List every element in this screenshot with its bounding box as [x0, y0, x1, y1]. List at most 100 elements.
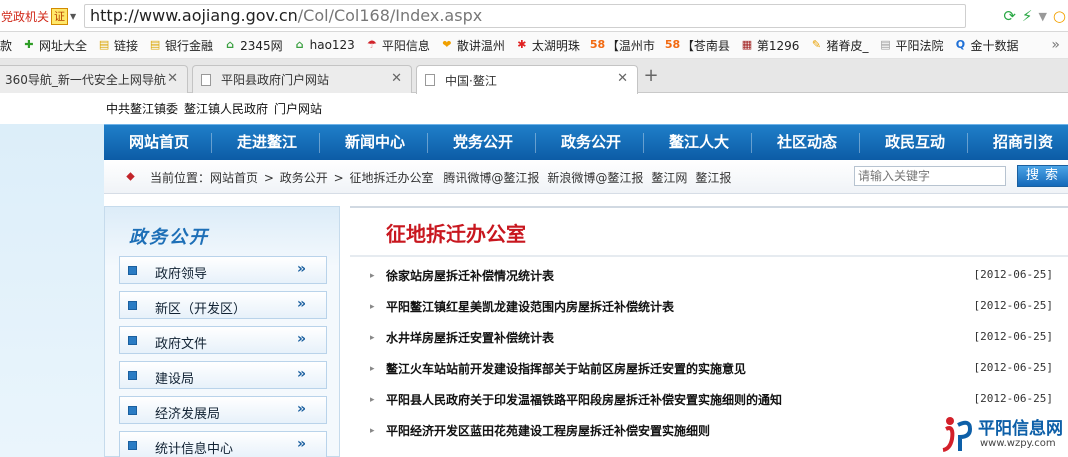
double-chevron-icon: »: [296, 401, 306, 417]
sidebar-item[interactable]: 经济发展局 »: [119, 396, 327, 424]
tab-label: 中国·鳌江: [445, 73, 497, 88]
close-icon[interactable]: ✕: [167, 71, 178, 86]
bookmark-item[interactable]: ▦ 第1296: [740, 37, 800, 54]
cert-badge[interactable]: 证: [51, 7, 69, 25]
bookmark-icon: 58: [664, 38, 681, 51]
nav-item[interactable]: 新闻中心: [345, 125, 405, 161]
web-page: 中共鳌江镇委 鳌江镇人民政府 门户网站 网站首页 走进鳌江 新闻中心 党务公开 政务公开 鳌江…: [0, 94, 1068, 457]
bullet-icon: ▸: [370, 364, 375, 374]
bookmark-label: 平阳法院: [895, 38, 944, 53]
new-tab-button[interactable]: +: [640, 66, 662, 88]
bookmark-item[interactable]: ✚ 网址大全: [22, 37, 87, 54]
square-bullet-icon: [128, 336, 137, 345]
bookmark-label: 链接: [114, 38, 139, 53]
news-title-link[interactable]: 平阳鳌江镇红星美凯龙建设范围内房屋拆迁补偿统计表: [386, 298, 674, 315]
page-side-background: [0, 124, 104, 457]
nav-separator: [859, 133, 860, 153]
bookmark-icon: ✎: [811, 38, 822, 51]
bookmark-item[interactable]: ⌂ hao123: [293, 38, 355, 52]
bookmark-icon: Q: [955, 38, 966, 51]
bullet-icon: ▸: [370, 426, 375, 436]
bookmark-item[interactable]: 58 【温州市: [590, 37, 655, 54]
nav-item[interactable]: 社区动态: [777, 125, 837, 161]
sidebar-item[interactable]: 政府文件 »: [119, 326, 327, 354]
news-title-link[interactable]: 平阳经济开发区蓝田花苑建设工程房屋拆迁补偿安置实施细则: [386, 422, 710, 439]
breadcrumb-item-home[interactable]: 网站首页: [210, 171, 258, 185]
sidebar-item[interactable]: 建设局 »: [119, 361, 327, 389]
search-button[interactable]: 搜索: [1017, 165, 1068, 187]
sidebar-item-label: 新区（开发区）: [155, 302, 247, 317]
nav-item[interactable]: 政务公开: [561, 125, 621, 161]
nav-separator: [643, 133, 644, 153]
bookmark-label: 【苍南县: [681, 38, 730, 53]
bookmark-item[interactable]: ☂ 平阳信息: [365, 37, 430, 54]
news-title-link[interactable]: 平阳县人民政府关于印发温福铁路平阳段房屋拆迁补偿安置实施细则的通知: [386, 391, 782, 408]
toplink-portal[interactable]: 门户网站: [274, 102, 322, 116]
link-sina-weibo[interactable]: 新浪微博@鳌江报: [547, 171, 643, 185]
refresh-icon[interactable]: ⟳: [1003, 8, 1016, 24]
bookmark-icon: ⌂: [295, 38, 304, 51]
sidebar-item[interactable]: 统计信息中心 »: [119, 431, 327, 457]
bookmark-label: 第1296: [756, 38, 800, 53]
nav-item[interactable]: 政民互动: [885, 125, 945, 161]
toplink-party-committee[interactable]: 中共鳌江镇委: [106, 102, 178, 116]
double-chevron-icon: »: [296, 296, 306, 312]
tab-360-nav[interactable]: 360导航_新一代安全上网导航 ✕: [0, 65, 188, 93]
toplink-town-government[interactable]: 鳌江镇人民政府: [184, 102, 268, 116]
bookmark-item[interactable]: ▤ 链接: [97, 37, 138, 54]
news-date: [2012-06-25]: [973, 392, 1053, 405]
bookmark-label: 太湖明珠: [531, 38, 580, 53]
bookmark-item[interactable]: ▤ 银行金融: [148, 37, 213, 54]
bookmark-icon: ▤: [149, 38, 161, 51]
sidebar-item[interactable]: 政府领导 »: [119, 256, 327, 284]
bookmark-item[interactable]: Q 金十数据: [953, 37, 1019, 54]
nav-separator: [211, 133, 212, 153]
news-row: ▸ 徐家站房屋拆迁补偿情况统计表 [2012-06-25]: [370, 261, 1060, 291]
link-tencent-weibo[interactable]: 腾讯微博@鳌江报: [443, 171, 539, 185]
bookmark-label: 金十数据: [970, 38, 1019, 53]
breadcrumb-item-current[interactable]: 征地拆迁办公室: [349, 171, 433, 185]
breadcrumb-item-gov-affairs[interactable]: 政务公开: [280, 171, 328, 185]
search-engine-icon[interactable]: ○: [1053, 8, 1066, 24]
url-host: http://www.aojiang.gov.cn: [90, 6, 298, 25]
chevron-down-icon[interactable]: ▼: [1038, 9, 1046, 24]
bookmark-item[interactable]: ▤ 平阳法院: [878, 37, 943, 54]
sidebar-item[interactable]: 新区（开发区） »: [119, 291, 327, 319]
bookmark-item[interactable]: ⌂ 2345网: [223, 37, 282, 54]
bookmark-item[interactable]: ✱ 太湖明珠: [515, 37, 580, 54]
bookmarks-more-button[interactable]: »: [1051, 37, 1068, 53]
double-chevron-icon: »: [296, 436, 306, 452]
chevron-down-icon[interactable]: ▼: [70, 12, 76, 21]
bullet-icon: ▸: [370, 302, 375, 312]
nav-item[interactable]: 走进鳌江: [237, 125, 297, 161]
tab-aojiang[interactable]: 中国·鳌江 ✕: [416, 65, 638, 94]
tab-pingyang-portal[interactable]: 平阳县政府门户网站 ✕: [192, 65, 412, 93]
news-title-link[interactable]: 徐家站房屋拆迁补偿情况统计表: [386, 267, 554, 284]
link-aojiang-paper[interactable]: 鳌江报: [695, 171, 731, 185]
site-identity[interactable]: 党政机关 证 ▼: [0, 5, 76, 27]
bookmarks-bar: 款 ✚ 网址大全 ▤ 链接 ▤ 银行金融 ⌂ 2345网 ⌂ hao123 ☂ 平阳信息 ❤ 散讲温州 ✱ 太湖…: [0, 32, 1068, 59]
page-icon: [201, 73, 211, 86]
nav-item[interactable]: 网站首页: [129, 125, 189, 161]
bookmark-item[interactable]: ❤ 散讲温州: [440, 37, 505, 54]
bookmark-item[interactable]: ✎ 猪脊皮_: [809, 37, 869, 54]
square-bullet-icon: [128, 441, 137, 450]
tab-strip: 360导航_新一代安全上网导航 ✕ 平阳县政府门户网站 ✕ 中国·鳌江 ✕: [0, 59, 1068, 94]
sidebar-item-label: 经济发展局: [155, 407, 221, 422]
close-icon[interactable]: ✕: [391, 71, 402, 86]
nav-item[interactable]: 招商引资: [993, 125, 1053, 161]
tab-label: 平阳县政府门户网站: [221, 73, 330, 87]
url-input[interactable]: http://www.aojiang.gov.cn/Col/Col168/Ind…: [84, 4, 966, 28]
lightning-icon[interactable]: ⚡: [1022, 8, 1033, 24]
link-aojiang-net[interactable]: 鳌江网: [651, 171, 687, 185]
site-search-input[interactable]: [854, 166, 1006, 186]
news-title-link[interactable]: 水井垟房屋拆迁安置补偿统计表: [386, 329, 554, 346]
bookmark-item[interactable]: 款: [0, 37, 12, 54]
news-title-link[interactable]: 鳌江火车站站前开发建设指挥部关于站前区房屋拆迁安置的实施意见: [386, 360, 746, 377]
nav-item[interactable]: 鳌江人大: [669, 125, 729, 161]
nav-item[interactable]: 党务公开: [453, 125, 513, 161]
address-tools: ⟳ ⚡ ▼ ○: [1003, 5, 1068, 27]
close-icon[interactable]: ✕: [617, 71, 628, 86]
nav-separator: [319, 133, 320, 153]
bookmark-item[interactable]: 58 【苍南县: [665, 37, 730, 54]
